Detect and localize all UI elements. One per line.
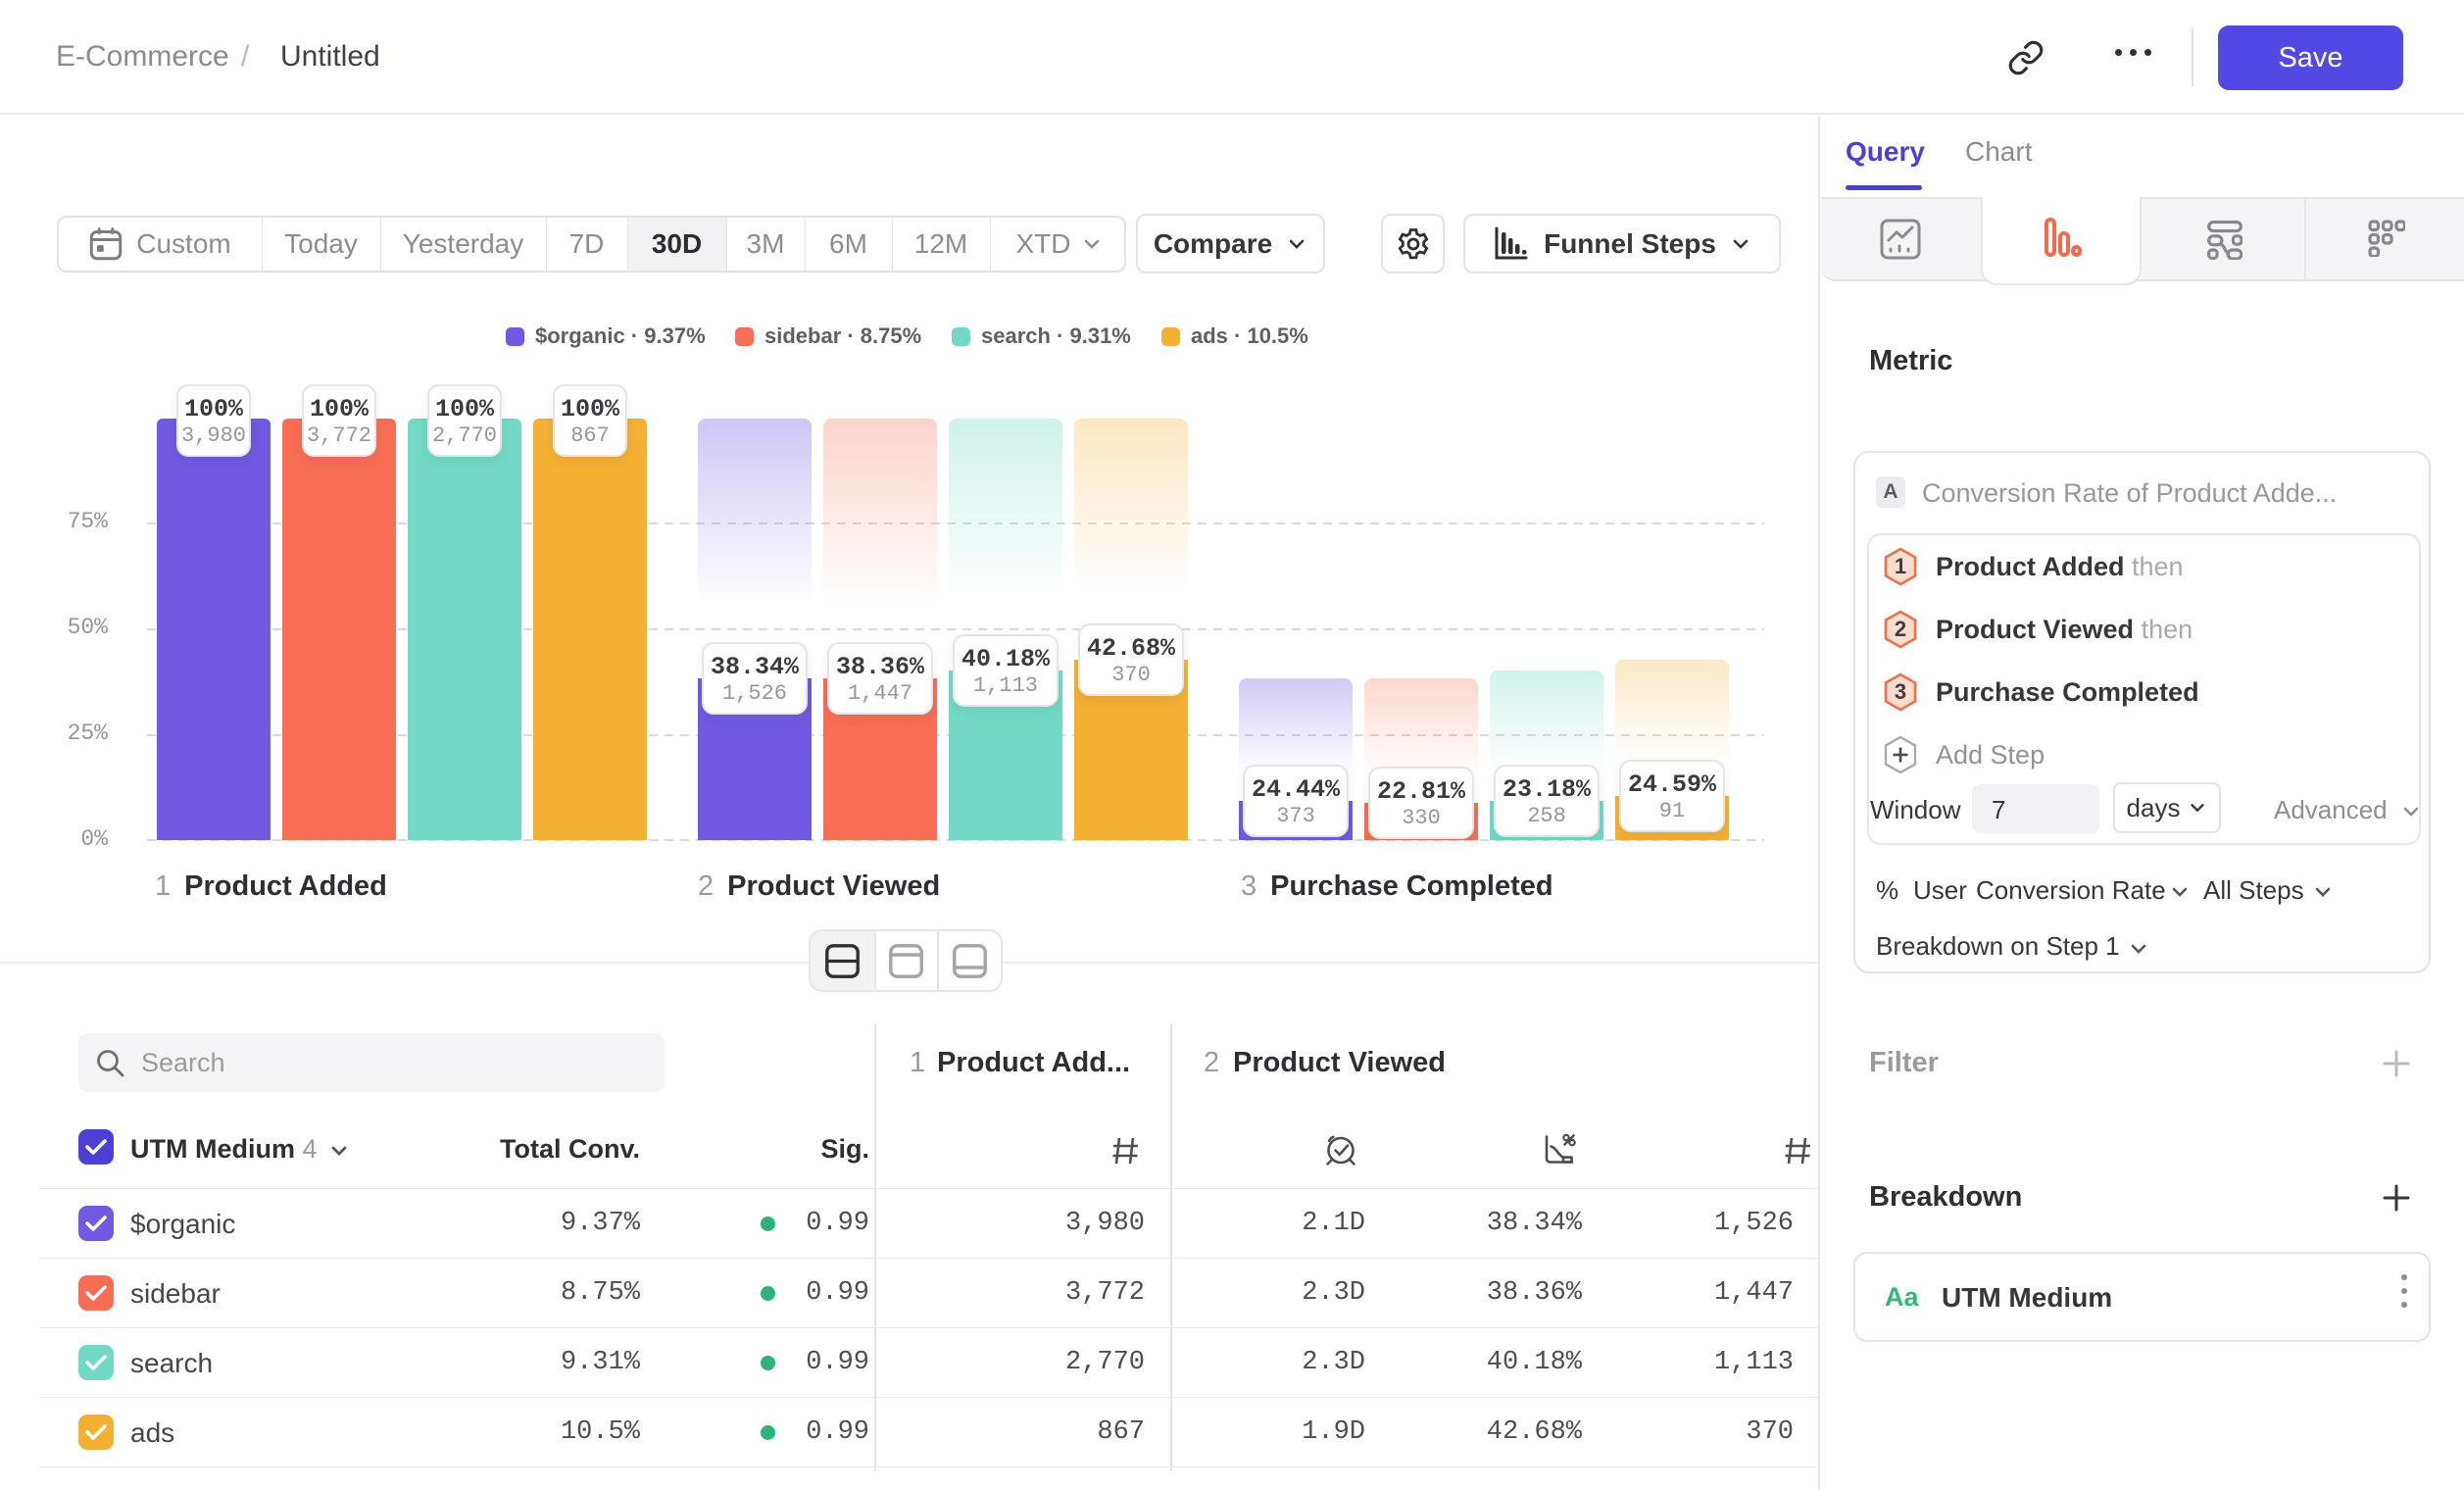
svg-text:1: 1	[1895, 554, 1906, 578]
svg-text:2: 2	[1895, 617, 1906, 641]
svg-text:3: 3	[1895, 679, 1906, 704]
